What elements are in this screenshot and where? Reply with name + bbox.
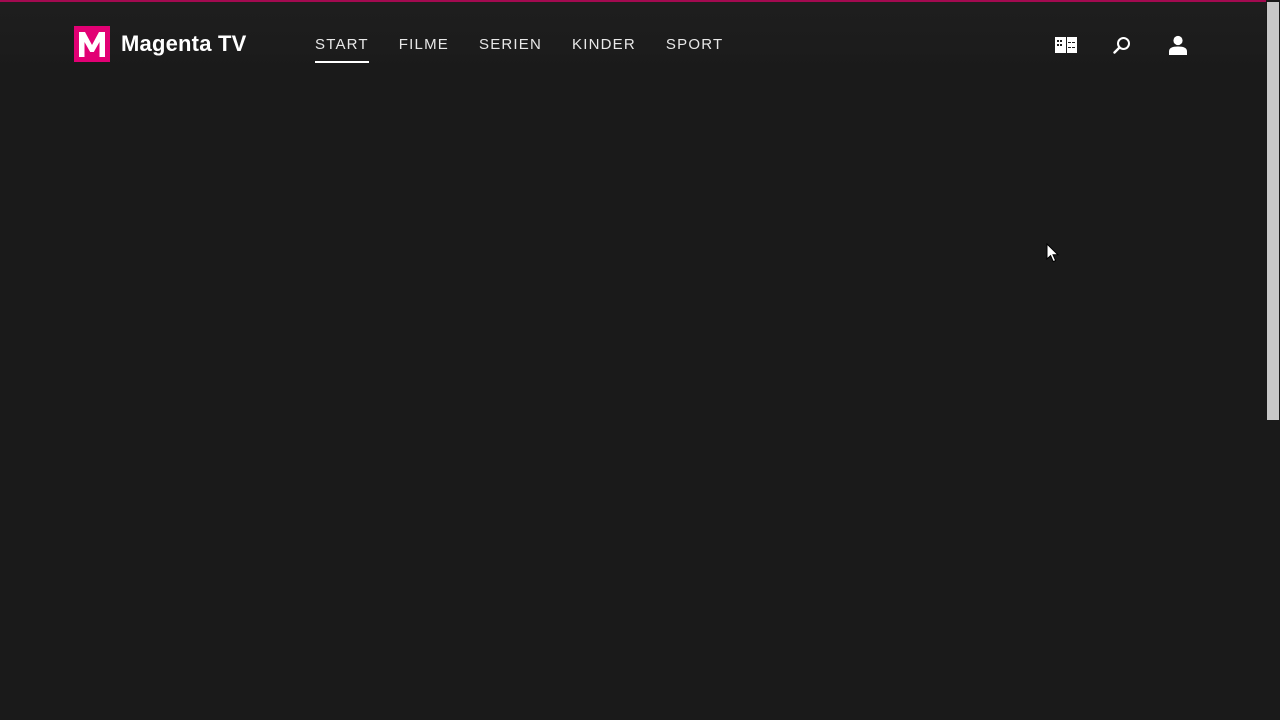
main-content-area	[0, 68, 1266, 720]
account-button[interactable]	[1166, 33, 1190, 57]
nav-item-start[interactable]: START	[315, 35, 369, 63]
tv-guide-icon	[1055, 37, 1077, 53]
nav-item-serien[interactable]: SERIEN	[479, 35, 542, 61]
main-nav: START FILME SERIEN KINDER SPORT	[315, 35, 723, 63]
magenta-tv-logo[interactable]: Magenta TV	[74, 26, 246, 62]
top-navigation-bar: Magenta TV START FILME SERIEN KINDER SPO…	[0, 2, 1266, 68]
nav-item-sport[interactable]: SPORT	[666, 35, 723, 61]
user-icon	[1169, 35, 1187, 55]
nav-item-filme[interactable]: FILME	[399, 35, 449, 61]
nav-item-kinder[interactable]: KINDER	[572, 35, 636, 61]
tv-guide-button[interactable]	[1054, 33, 1078, 57]
search-icon	[1113, 37, 1130, 54]
page-scrollbar[interactable]	[1266, 0, 1280, 720]
search-button[interactable]	[1110, 33, 1134, 57]
magenta-logo-mark	[74, 26, 110, 62]
scrollbar-thumb[interactable]	[1267, 2, 1279, 420]
m-logo-icon	[79, 32, 105, 57]
brand-name: Magenta TV	[121, 31, 247, 56]
